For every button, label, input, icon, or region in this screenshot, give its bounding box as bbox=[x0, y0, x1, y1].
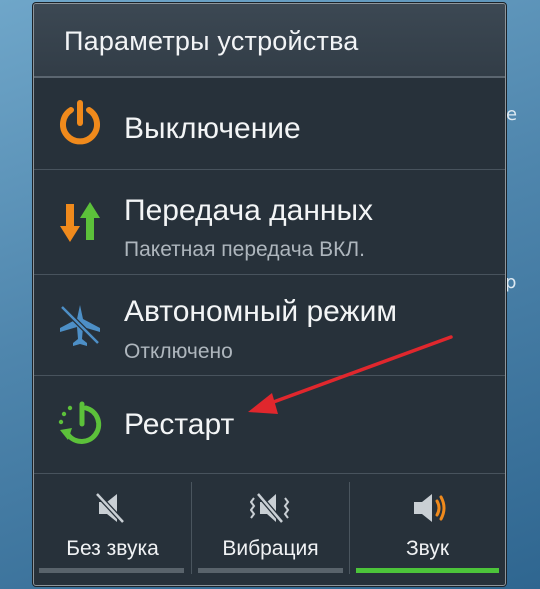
menu-item-label: Рестарт bbox=[124, 408, 235, 441]
sound-mode-vibrate-button[interactable]: Вибрация bbox=[192, 474, 349, 585]
background-text-fragment: е bbox=[506, 104, 518, 125]
dialog-title: Параметры устройства bbox=[64, 26, 359, 56]
menu-item-airplane-mode[interactable]: Автономный режим Отключено bbox=[34, 275, 505, 374]
menu-item-restart[interactable]: Рестарт bbox=[34, 376, 505, 472]
menu-item-status: Пакетная передача ВКЛ. bbox=[124, 238, 366, 261]
menu-item-status: Отключено bbox=[124, 340, 233, 363]
sound-mode-label: Звук bbox=[405, 537, 450, 560]
sound-mode-bar: Без звука Вибрация Звук bbox=[34, 474, 505, 585]
sound-mode-mute-button[interactable]: Без звука bbox=[34, 474, 191, 585]
menu-item-label: Передача данных bbox=[124, 194, 374, 227]
vibrate-icon bbox=[250, 492, 290, 524]
sound-mode-indicator-active bbox=[356, 568, 499, 573]
mute-icon bbox=[95, 492, 125, 524]
data-transfer-icon bbox=[60, 202, 100, 242]
restart-icon bbox=[58, 401, 102, 444]
dialog-title-bar: Параметры устройства bbox=[34, 4, 505, 78]
device-options-dialog: Параметры устройства Выключение Передача… bbox=[33, 3, 506, 586]
sound-mode-label: Без звука bbox=[66, 537, 159, 560]
power-icon bbox=[60, 100, 100, 145]
menu-item-data-transfer[interactable]: Передача данных Пакетная передача ВКЛ. bbox=[34, 170, 505, 273]
sound-mode-sound-button[interactable]: Звук bbox=[350, 474, 505, 585]
menu-item-label: Автономный режим bbox=[124, 295, 397, 328]
sound-mode-indicator bbox=[39, 568, 184, 573]
airplane-icon bbox=[60, 305, 100, 346]
menu-item-power-off[interactable]: Выключение bbox=[34, 78, 505, 168]
background-text-fragment: р bbox=[505, 272, 517, 293]
menu-item-label: Выключение bbox=[124, 112, 301, 145]
sound-mode-label: Вибрация bbox=[222, 537, 319, 560]
sound-icon bbox=[414, 494, 446, 522]
sound-mode-indicator bbox=[198, 568, 343, 573]
